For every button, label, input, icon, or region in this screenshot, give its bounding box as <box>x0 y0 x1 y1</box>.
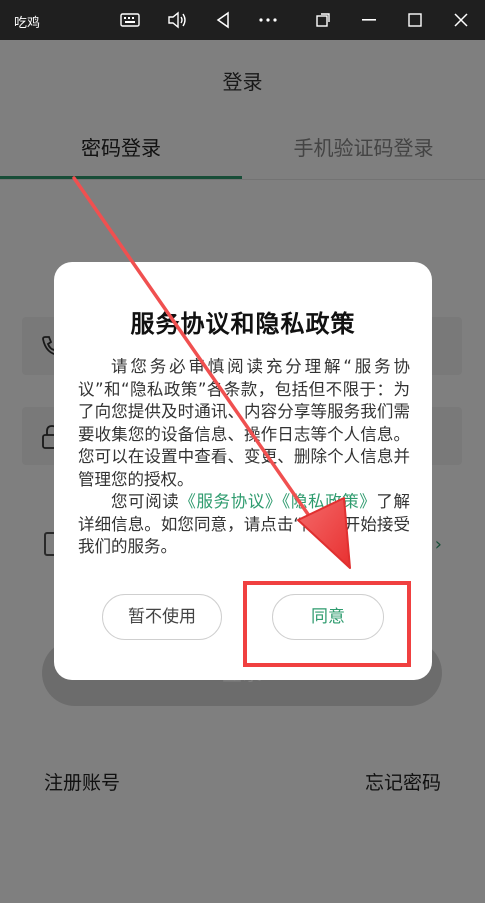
more-icon[interactable] <box>250 0 286 40</box>
dialog-paragraph-2: 您可阅读《服务协议》《隐私政策》了解详细信息。如您同意，请点击“同意”开始接受我… <box>78 491 410 559</box>
minimize-icon[interactable] <box>351 0 387 40</box>
volume-icon[interactable] <box>159 0 195 40</box>
app-name: 吃鸡 <box>14 16 41 31</box>
close-icon[interactable] <box>443 0 479 40</box>
window-mode-icon[interactable] <box>305 0 341 40</box>
maximize-icon[interactable] <box>397 0 433 40</box>
keyboard-icon[interactable] <box>112 0 148 40</box>
service-agreement-link[interactable]: 《服务协议》 <box>179 492 282 511</box>
privacy-policy-link[interactable]: 《隐私政策》 <box>282 492 376 511</box>
dialog-body: 请您务必审慎阅读充分理解“服务协议”和“隐私政策”各条款，包括但不限于：为了向您… <box>78 356 410 559</box>
back-icon[interactable] <box>205 0 241 40</box>
emulator-titlebar: 吃鸡 <box>0 0 485 40</box>
decline-button[interactable]: 暂不使用 <box>102 594 222 640</box>
para2-prefix: 您可阅读 <box>111 492 180 511</box>
annotation-highlight-box <box>243 581 411 667</box>
dialog-title: 服务协议和隐私政策 <box>130 310 356 338</box>
dialog-paragraph-1: 请您务必审慎阅读充分理解“服务协议”和“隐私政策”各条款，包括但不限于：为了向您… <box>78 357 410 489</box>
